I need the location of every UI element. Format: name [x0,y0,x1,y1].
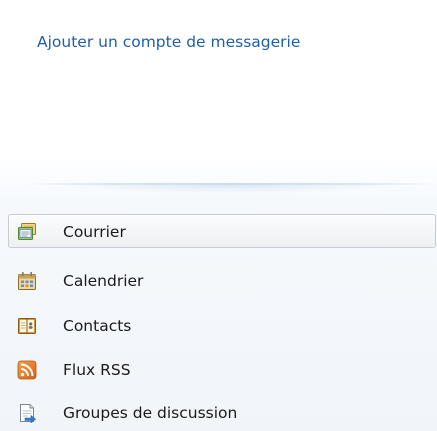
rss-feed-icon [17,360,37,380]
nav-item-label: Courrier [63,223,126,241]
account-pane: Ajouter un compte de messagerie [0,0,437,195]
add-email-account-link[interactable]: Ajouter un compte de messagerie [37,33,300,51]
pane-separator-glow [60,185,400,193]
newsgroups-icon [17,403,37,424]
nav-item-label: Flux RSS [63,361,131,379]
nav-item-rss-feeds[interactable]: Flux RSS [8,352,436,386]
navigation-pane: Courrier Calendrier Contacts Flux RSS Gr… [0,195,437,431]
nav-item-calendar[interactable]: Calendrier [8,263,436,297]
nav-item-label: Groupes de discussion [63,404,238,422]
calendar-icon [17,271,37,291]
contacts-icon [17,316,37,336]
nav-item-newsgroups[interactable]: Groupes de discussion [8,395,436,429]
nav-item-label: Contacts [63,317,132,335]
nav-item-mail[interactable]: Courrier [8,214,436,248]
nav-item-contacts[interactable]: Contacts [8,308,436,342]
mail-icon [17,222,37,242]
nav-item-label: Calendrier [63,272,144,290]
